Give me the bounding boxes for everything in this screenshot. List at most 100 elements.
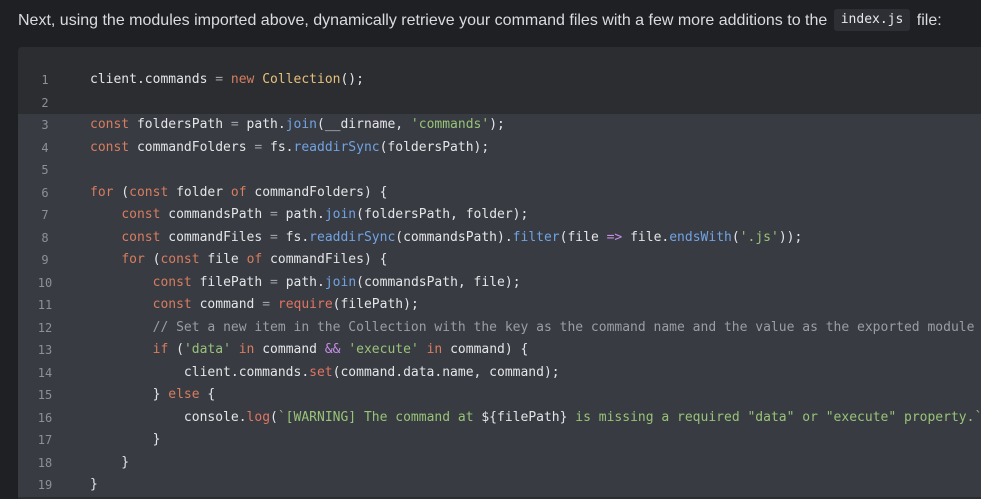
line-number: 15 xyxy=(37,388,53,402)
code-token: of xyxy=(230,184,247,200)
line-number: 19 xyxy=(37,478,53,492)
code-token: = xyxy=(215,72,224,87)
code-token: const xyxy=(152,274,192,290)
code-line: 7 const commandsPath = path.join(folders… xyxy=(18,204,981,227)
code-line: 18 } xyxy=(18,451,981,474)
code-line: 8 const commandFiles = fs.readdirSync(co… xyxy=(18,226,981,250)
code-line: 6 for (const folder of commandFolders) { xyxy=(18,181,981,205)
code-token: if xyxy=(152,342,169,357)
code-token: else xyxy=(168,387,200,402)
code-token: } xyxy=(90,477,98,492)
code-token: ( xyxy=(168,342,184,357)
line-number: 11 xyxy=(37,298,53,312)
line-number: 13 xyxy=(37,343,53,357)
code-token: of xyxy=(246,252,263,267)
code-token: = xyxy=(270,207,278,222)
line-number: 16 xyxy=(37,410,53,425)
code-token: client.commands. xyxy=(90,364,310,380)
code-line: 5 xyxy=(18,159,981,182)
code-line: 9 for (const file of commandFiles) { xyxy=(18,249,981,272)
code-token: join xyxy=(324,274,357,290)
intro-paragraph: Next, using the modules imported above, … xyxy=(18,8,942,33)
line-number: 12 xyxy=(37,320,53,335)
code-token: client.commands xyxy=(90,72,216,87)
code-text: if ('data' in command && 'execute' in co… xyxy=(90,339,529,362)
code-token: (commandsPath, file); xyxy=(356,274,521,290)
code-token: (__dirname, xyxy=(317,117,411,132)
code-token: Collection xyxy=(262,72,341,87)
code-text: } else { xyxy=(90,384,216,407)
code-text: client.commands.set(command.data.name, c… xyxy=(90,362,560,385)
code-text: console.log(`[WARNING] The command at ${… xyxy=(90,407,981,430)
code-token: for xyxy=(90,184,114,200)
code-token: filePath xyxy=(191,274,271,290)
code-token: const xyxy=(90,139,130,155)
line-number: 6 xyxy=(41,185,49,200)
code-text: for (const folder of commandFolders) { xyxy=(90,182,387,205)
code-line: 11 const command = require(filePath); xyxy=(18,294,981,317)
code-text: const foldersPath = path.join(__dirname,… xyxy=(90,114,505,137)
code-token: = xyxy=(270,274,278,290)
code-token: 'data' xyxy=(183,342,231,357)
line-number: 18 xyxy=(37,455,53,470)
code-text: const commandFolders = fs.readdirSync(fo… xyxy=(90,137,489,160)
code-line: 13 if ('data' in command && 'execute' in… xyxy=(18,339,981,362)
code-line: 2 xyxy=(18,92,981,115)
code-token: } xyxy=(90,454,130,470)
code-token: (commandsPath). xyxy=(395,229,513,245)
inline-code-filename: index.js xyxy=(833,8,911,31)
code-token: const xyxy=(152,297,192,312)
code-token: ( xyxy=(731,229,740,245)
line-number: 14 xyxy=(37,365,53,380)
line-number: 1 xyxy=(41,73,49,87)
code-text: client.commands = new Collection(); xyxy=(90,69,364,92)
code-text: for (const file of commandFiles) { xyxy=(90,249,387,272)
code-token: join xyxy=(324,207,357,222)
code-text: const filePath = path.join(commandsPath,… xyxy=(90,272,521,295)
code-line: 12 // Set a new item in the Collection w… xyxy=(18,316,981,340)
code-token: new xyxy=(230,72,255,87)
code-token: commandFiles) { xyxy=(262,252,388,267)
code-token: is missing a required "data" or "execute… xyxy=(567,409,981,425)
code-line: 14 client.commands.set(command.data.name… xyxy=(18,361,981,385)
code-token: } xyxy=(90,387,169,402)
code-text: // Set a new item in the Collection with… xyxy=(90,317,975,340)
code-token: console. xyxy=(90,409,247,425)
code-line: 10 const filePath = path.join(commandsPa… xyxy=(18,271,981,295)
code-token: )); xyxy=(778,229,803,245)
code-text: } xyxy=(90,429,161,452)
code-line: 17 } xyxy=(18,429,981,452)
code-token: (command.data.name, command); xyxy=(332,364,560,380)
code-token: file. xyxy=(622,229,670,245)
code-text: const commandFiles = fs.readdirSync(comm… xyxy=(90,227,802,250)
code-line: 4 const commandFolders = fs.readdirSync(f… xyxy=(18,136,981,160)
line-number: 10 xyxy=(37,275,53,290)
code-token: ${filePath} xyxy=(481,409,568,425)
code-token: const xyxy=(129,184,169,200)
code-token: && xyxy=(324,342,341,357)
code-token: command xyxy=(191,297,263,312)
line-number: 17 xyxy=(37,433,53,447)
code-block[interactable]: 1 client.commands = new Collection(); 2 3 co… xyxy=(18,47,981,499)
code-text: const command = require(filePath); xyxy=(90,294,419,317)
code-token: fs. xyxy=(262,139,294,155)
code-token: const xyxy=(90,117,130,132)
code-line: 1 client.commands = new Collection(); xyxy=(18,69,981,92)
code-token: // Set a new item in the Collection with… xyxy=(152,319,975,335)
code-token: commandFolders xyxy=(129,139,255,155)
code-token: { xyxy=(199,387,216,402)
line-number: 5 xyxy=(41,163,49,177)
code-token: readdirSync xyxy=(293,139,380,155)
code-token: = xyxy=(230,117,239,132)
code-token: (file xyxy=(559,229,607,245)
code-token: ( xyxy=(270,409,278,425)
code-token: ); xyxy=(489,117,505,132)
